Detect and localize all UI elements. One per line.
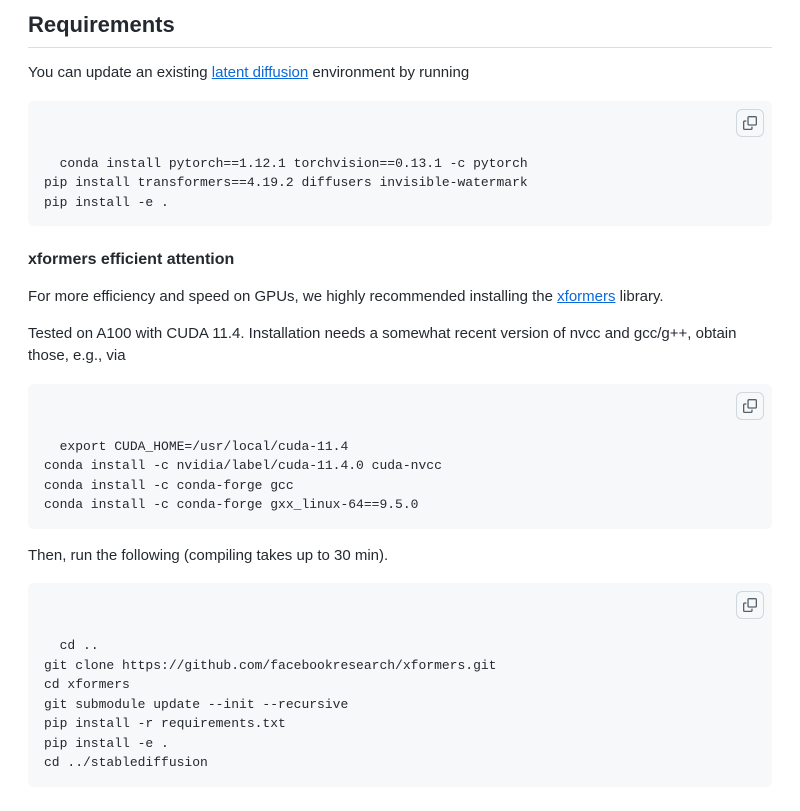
tested-paragraph: Tested on A100 with CUDA 11.4. Installat…	[28, 323, 772, 368]
then-paragraph: Then, run the following (compiling takes…	[28, 545, 772, 568]
p2-text-before: For more efficiency and speed on GPUs, w…	[28, 288, 557, 305]
xformers-link[interactable]: xformers	[557, 288, 615, 305]
p2-text-after: library.	[616, 288, 664, 305]
code-content: conda install pytorch==1.12.1 torchvisio…	[44, 156, 528, 210]
xformers-paragraph: For more efficiency and speed on GPUs, w…	[28, 286, 772, 309]
code-block-compile: cd .. git clone https://github.com/faceb…	[28, 583, 772, 787]
copy-button[interactable]	[736, 591, 764, 619]
copy-icon	[743, 399, 757, 413]
xformers-subheading: xformers efficient attention	[28, 248, 772, 272]
intro-text-before: You can update an existing	[28, 64, 212, 81]
latent-diffusion-link[interactable]: latent diffusion	[212, 64, 308, 81]
copy-button[interactable]	[736, 109, 764, 137]
code-block-cuda: export CUDA_HOME=/usr/local/cuda-11.4 co…	[28, 384, 772, 529]
intro-paragraph: You can update an existing latent diffus…	[28, 62, 772, 85]
code-block-install: conda install pytorch==1.12.1 torchvisio…	[28, 101, 772, 227]
copy-icon	[743, 116, 757, 130]
intro-text-after: environment by running	[308, 64, 469, 81]
copy-button[interactable]	[736, 392, 764, 420]
requirements-heading: Requirements	[28, 8, 772, 48]
code-content: export CUDA_HOME=/usr/local/cuda-11.4 co…	[44, 439, 442, 513]
copy-icon	[743, 598, 757, 612]
code-content: cd .. git clone https://github.com/faceb…	[44, 638, 496, 770]
